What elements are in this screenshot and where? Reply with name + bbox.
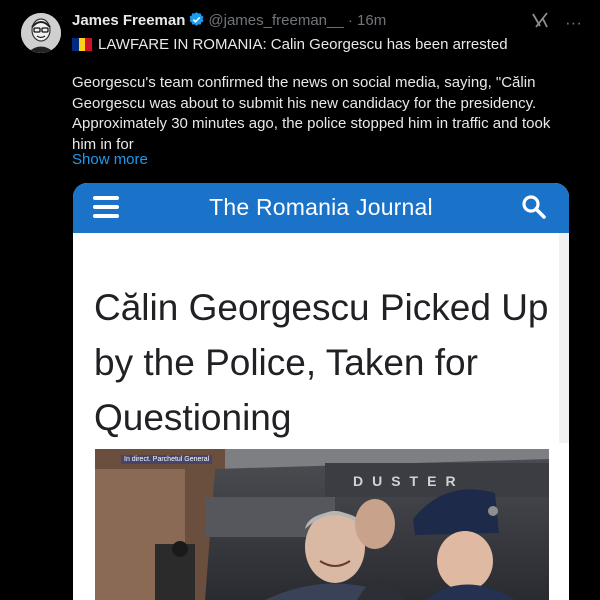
site-name: The Romania Journal — [209, 194, 433, 220]
more-options-icon[interactable]: ··· — [565, 13, 582, 33]
scrollbar-strip — [559, 233, 569, 443]
headline-text: LAWFARE IN ROMANIA: Calin Georgescu has … — [98, 36, 508, 53]
photo-scene — [95, 449, 549, 600]
show-more-link[interactable]: Show more — [72, 151, 148, 168]
avatar-image — [21, 13, 61, 53]
tweet-body: Georgescu's team confirmed the news on s… — [72, 74, 551, 153]
avatar[interactable] — [21, 13, 61, 53]
timestamp[interactable]: · 16m — [348, 12, 386, 29]
photo-caption: In direct. Parchetul General — [121, 455, 213, 464]
romania-flag-icon — [72, 38, 93, 51]
display-name[interactable]: James Freeman — [72, 12, 185, 29]
tweet-headline: LAWFARE IN ROMANIA: Calin Georgescu has … — [72, 36, 508, 53]
tweet-actions-top: ··· — [531, 11, 582, 34]
search-icon — [521, 193, 547, 226]
vehicle-lettering: DUSTER — [353, 473, 465, 489]
handle[interactable]: @james_freeman__ — [208, 12, 343, 29]
article-photo: In direct. Parchetul General DUSTER — [95, 449, 549, 600]
verified-badge-icon — [188, 11, 205, 32]
article-title: Călin Georgescu Picked Up by the Police,… — [94, 287, 549, 438]
tweet-header: James Freeman @james_freeman__ · 16m — [72, 11, 580, 33]
site-header-bar: The Romania Journal — [73, 183, 569, 233]
grok-icon[interactable] — [531, 11, 549, 34]
tweet-media-image[interactable]: The Romania Journal Călin Georgescu Pick… — [73, 183, 569, 600]
tweet[interactable]: James Freeman @james_freeman__ · 16m ··· … — [0, 0, 600, 600]
